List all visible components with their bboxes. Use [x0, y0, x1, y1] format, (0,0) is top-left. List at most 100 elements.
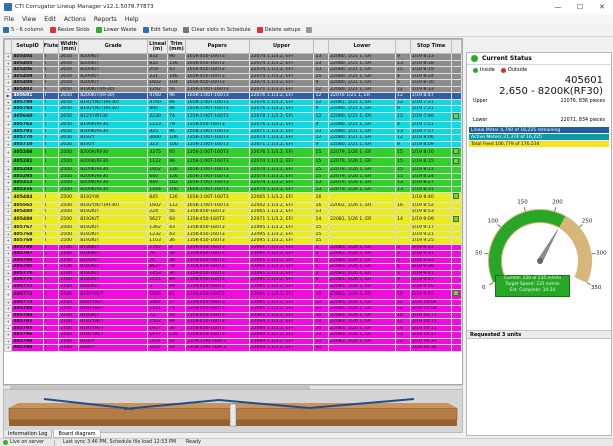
table-cell: 2500 — [58, 192, 80, 203]
table-cell: 93 — [167, 214, 186, 225]
status-bar: Live on server Last sync 3:46 PM, Schedu… — [0, 438, 613, 446]
toolbar-button-3[interactable]: Edit Setup — [142, 27, 178, 33]
column-header[interactable]: Trim (mm) — [167, 39, 186, 54]
status-sync-text: Last sync 3:46 PM, Schedule file load 12… — [63, 440, 177, 445]
column-header[interactable]: Upper — [248, 39, 315, 54]
table-cell — [395, 192, 411, 203]
tab-information-log[interactable]: Information Log — [3, 430, 53, 438]
gauge-tick — [523, 207, 526, 212]
table-row[interactable]: +405489 I 2500 8192K/T 5627 93 135K-450-160T3 2… — [4, 214, 462, 225]
table-row[interactable]: +405773 I 2100 8192Y/K/T 1503 61 135K-450-160T… — [4, 289, 462, 300]
upper-value: 22076, 836 pieces — [560, 99, 605, 104]
menu-item-actions[interactable]: Actions — [64, 16, 86, 23]
table-cell: 405489 — [11, 214, 44, 225]
table-cell: 405773 — [11, 289, 44, 300]
column-header[interactable]: Papers — [184, 39, 250, 54]
table-cell: 5627 — [147, 214, 169, 225]
row-selector[interactable]: + — [4, 289, 13, 300]
row-selector[interactable]: + — [4, 214, 13, 225]
column-header[interactable]: Lineal (m) — [147, 39, 169, 54]
close-button[interactable]: ✕ — [591, 0, 613, 14]
toolbar-icon — [256, 27, 263, 33]
table-cell: 12 — [395, 111, 411, 122]
window-title: CTI Corrugator Lineup Manager v12.1.5078… — [15, 4, 154, 10]
status-separator — [54, 439, 56, 446]
setup-grid[interactable]: SetupID Flute Width (mm) Grade Lineal (m) Tri… — [3, 38, 463, 385]
table-cell: 3375 — [147, 147, 169, 158]
column-header[interactable]: Grade — [78, 39, 149, 54]
table-cell: 22065 1.1/3.2, EFI — [248, 192, 315, 203]
gauge-hub — [537, 258, 543, 264]
table-cell: 95 — [167, 147, 186, 158]
table-row[interactable]: +405799 I 2100 8192Y 1021 54 135K-1:00-160T3 22… — [4, 344, 462, 352]
table-cell: 2500 — [58, 214, 80, 225]
column-header[interactable]: Lower — [328, 39, 397, 54]
menu-item-view[interactable]: View — [22, 16, 36, 23]
toolbar-button-2[interactable]: Lower Waste — [95, 27, 137, 33]
menu-item-edit[interactable]: Edit — [44, 16, 56, 23]
minimize-button[interactable]: — — [547, 0, 569, 14]
legend-inside-label: Inside — [480, 67, 495, 73]
speed-gauge: 0 50 100 150 200 250 300 350 — [475, 200, 607, 292]
menu-item-reports[interactable]: Reports — [94, 16, 117, 23]
toolbar-button-1[interactable]: Resize Skids — [49, 27, 90, 33]
table-cell: 8125Y/RF30 — [78, 111, 149, 122]
row-selector[interactable]: + — [4, 156, 13, 167]
maximize-button[interactable]: ☐ — [569, 0, 591, 14]
upper-row: Upper 22076, 836 pieces — [467, 98, 611, 105]
tab-board-diagram[interactable]: Board diagram — [53, 430, 101, 438]
collapse-up-icon[interactable] — [471, 55, 478, 62]
table-cell: 405660 — [11, 111, 44, 122]
column-header[interactable]: SetupID — [11, 39, 44, 54]
gauge-tick — [484, 252, 489, 255]
table-cell: 1/19 10:34 — [409, 344, 453, 352]
row-selector[interactable]: + — [4, 192, 13, 203]
lower-value: 22071, 834 pieces — [560, 118, 605, 123]
table-row[interactable]: +405281 I 2500 8200K/RF30 1122 96 235K-1:00T-1… — [4, 156, 462, 167]
row-selector[interactable]: + — [4, 344, 13, 352]
toolbar-button-0[interactable]: 5 - 6 column — [3, 27, 44, 33]
column-header[interactable]: Flute — [42, 39, 60, 54]
table-cell: 74 — [167, 111, 186, 122]
column-header[interactable]: Width (mm) — [58, 39, 80, 54]
table-cell: 2500 — [58, 147, 80, 158]
table-cell: 1/19 8:10 — [409, 147, 453, 158]
toolbar-icon — [183, 27, 190, 33]
gauge-tick — [554, 207, 557, 212]
gauge-tick-label: 200 — [552, 200, 563, 206]
column-header[interactable]: Stop Time — [409, 39, 453, 54]
row-selector[interactable]: + — [4, 111, 13, 122]
readout-line: Est. Complete: 10:34 — [509, 287, 556, 293]
table-row[interactable]: +405484 I 2500 8192Y/K 845 126 165K-1:00T-160T… — [4, 192, 462, 203]
toolbar-button-4[interactable]: Clear slots in Schedule — [183, 27, 251, 33]
toolbar-icon — [49, 27, 56, 33]
table-row[interactable]: +405660 I 2650 8125Y/RF30 2230 74 135K-1:00T-1… — [4, 111, 462, 122]
column-header[interactable] — [4, 39, 13, 54]
row-selector[interactable]: + — [4, 147, 13, 158]
table-cell: 96 — [167, 156, 186, 167]
menu-item-help[interactable]: Help — [125, 16, 139, 23]
column-header[interactable] — [451, 39, 462, 54]
toolbar-button-6[interactable] — [306, 27, 314, 33]
status-ready-text: Ready — [186, 440, 201, 445]
current-status-header[interactable]: Current Status — [467, 53, 611, 65]
toolbar-button-5[interactable]: Delete setups — [256, 27, 300, 33]
table-cell — [451, 344, 462, 352]
table-cell: 15 — [313, 156, 330, 167]
toolbar-label: Edit Setup — [150, 27, 178, 33]
menu-item-file[interactable]: File — [4, 16, 14, 23]
table-cell: 235K-1:00T-160T3 — [184, 147, 250, 158]
gauge-needle — [537, 229, 558, 263]
board-diagram[interactable] — [3, 389, 463, 433]
table-row[interactable]: +405288 I 2500 8200K/RF30 3375 95 235K-1:00T-1… — [4, 147, 462, 158]
table-cell: 1021 — [147, 344, 169, 352]
table-cell: 15 — [395, 156, 411, 167]
lower-label: Lower — [473, 118, 488, 123]
column-header[interactable] — [395, 39, 411, 54]
table-cell: 61 — [167, 289, 186, 300]
active-meters-bar: Active Meters 21,374 of 16,225 — [469, 134, 609, 141]
column-header[interactable] — [313, 39, 330, 54]
table-cell: 10 — [395, 289, 411, 300]
gauge-tick-label: 50 — [475, 251, 482, 257]
requested-units-header[interactable]: Requested 3 units — [467, 330, 611, 339]
